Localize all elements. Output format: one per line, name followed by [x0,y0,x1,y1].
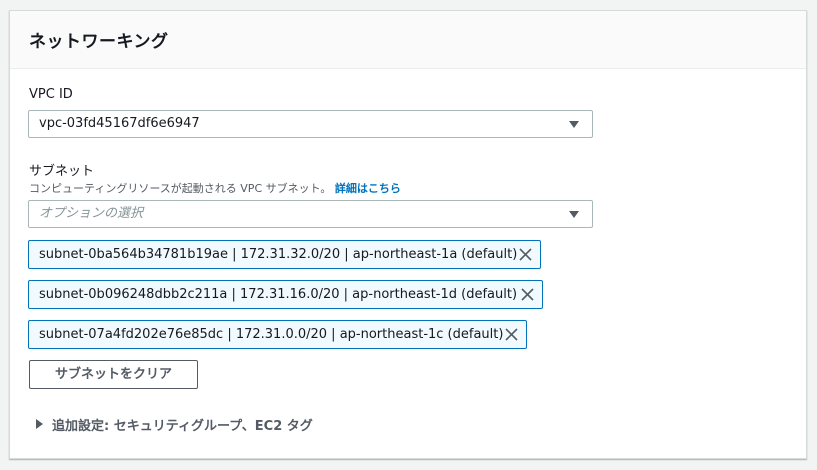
clear-subnets-button[interactable]: サブネットをクリア [29,360,198,389]
subnet-token-label: subnet-07a4fd202e76e85dc | 172.31.0.0/20… [39,327,504,342]
panel-title: ネットワーキング [29,32,169,52]
subnet-select[interactable]: オプションの選択 [28,200,593,228]
vpc-id-value: vpc-03fd45167df6e6947 [39,116,200,131]
vpc-id-select[interactable]: vpc-03fd45167df6e6947 [28,110,593,138]
caret-right-icon [36,419,43,429]
additional-settings-label: 追加設定: セキュリティグループ、EC2 タグ [52,419,313,434]
close-icon[interactable] [521,288,534,301]
subnet-label: サブネット [29,164,95,179]
subnet-token: subnet-0b096248dbb2c211a | 172.31.16.0/2… [28,280,543,309]
subnet-description: コンピューティングリソースが起動される VPC サブネット。 詳細はこちら [29,180,401,196]
subnet-token-label: subnet-0ba564b34781b19ae | 172.31.32.0/2… [39,247,518,262]
networking-panel: ネットワーキング VPC ID vpc-03fd45167df6e6947 サブ… [9,10,807,459]
panel-header: ネットワーキング [10,11,806,69]
caret-down-icon [569,211,579,218]
close-icon[interactable] [519,248,532,261]
subnet-token-label: subnet-0b096248dbb2c211a | 172.31.16.0/2… [39,287,518,302]
caret-down-icon [569,121,579,128]
subnet-placeholder: オプションの選択 [39,206,144,221]
subnet-token: subnet-07a4fd202e76e85dc | 172.31.0.0/20… [28,320,527,349]
close-icon[interactable] [505,328,518,341]
learn-more-link[interactable]: 詳細はこちら [335,182,401,195]
additional-settings-expander[interactable]: 追加設定: セキュリティグループ、EC2 タグ [36,415,313,434]
subnet-description-text: コンピューティングリソースが起動される VPC サブネット。 [29,182,332,195]
subnet-token: subnet-0ba564b34781b19ae | 172.31.32.0/2… [28,240,541,269]
vpc-id-label: VPC ID [29,87,73,102]
